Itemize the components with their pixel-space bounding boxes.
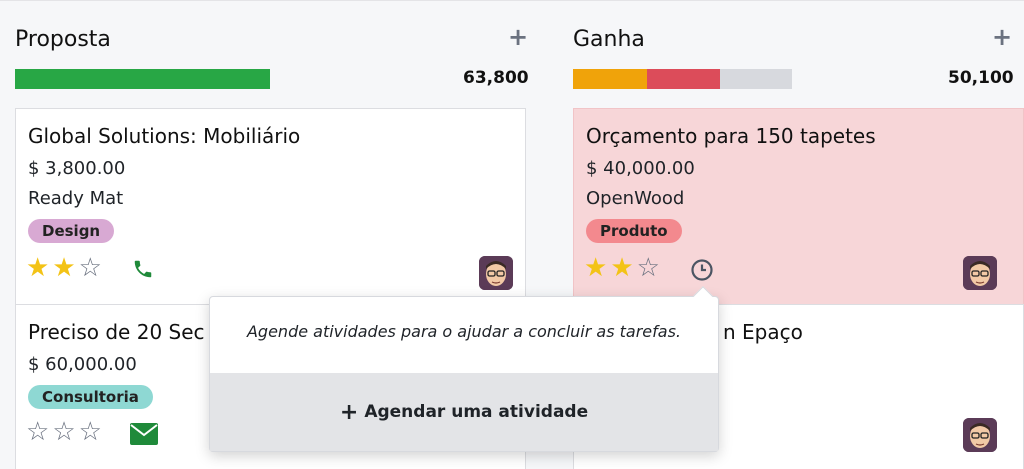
column-progress-bar[interactable] (573, 69, 792, 89)
column-total: 50,100 (948, 68, 1014, 88)
star-empty-icon[interactable]: ☆ (637, 255, 660, 281)
star-empty-icon[interactable]: ☆ (79, 255, 102, 281)
card-title: Global Solutions: Mobiliário (28, 124, 301, 148)
column-title[interactable]: Ganha (573, 27, 645, 52)
add-card-icon[interactable]: + (992, 25, 1012, 49)
star-filled-icon[interactable]: ★ (610, 255, 633, 281)
progress-segment-overdue[interactable] (647, 69, 720, 89)
star-empty-icon[interactable]: ☆ (79, 419, 102, 445)
card-partner: Ready Mat (28, 188, 124, 209)
priority-stars: ★ ★ ☆ (26, 255, 102, 281)
clock-icon[interactable] (690, 258, 714, 286)
opportunity-card[interactable]: Global Solutions: Mobiliário $ 3,800.00 … (15, 108, 526, 306)
priority-stars: ☆ ☆ ☆ (26, 419, 102, 445)
card-amount: $ 60,000.00 (28, 354, 137, 375)
plus-icon: + (339, 399, 359, 425)
priority-stars: ★ ★ ☆ (584, 255, 660, 281)
schedule-activity-button[interactable]: + Agendar uma atividade (210, 373, 718, 451)
card-amount: $ 3,800.00 (28, 158, 126, 179)
star-filled-icon[interactable]: ★ (584, 255, 607, 281)
add-card-icon[interactable]: + (508, 25, 528, 49)
card-tag: Design (28, 219, 115, 243)
column-title[interactable]: Proposta (15, 27, 111, 52)
card-partner: OpenWood (586, 188, 685, 209)
column-total: 63,800 (463, 68, 529, 88)
star-filled-icon[interactable]: ★ (52, 255, 75, 281)
phone-icon[interactable] (132, 258, 154, 284)
card-title: Preciso de 20 Sec (28, 320, 205, 344)
card-tag: Consultoria (28, 385, 153, 409)
kanban-board: Proposta + 63,800 Global Solutions: Mobi… (0, 0, 1024, 469)
star-empty-icon[interactable]: ☆ (26, 419, 49, 445)
progress-segment-won[interactable] (15, 69, 270, 89)
activity-popover: Agende atividades para o ajudar a conclu… (209, 286, 719, 452)
column-progress-bar[interactable] (15, 69, 270, 89)
popover-message: Agende atividades para o ajudar a conclu… (246, 322, 681, 341)
card-title: n Epaço (723, 320, 803, 344)
card-tag: Produto (586, 219, 682, 243)
avatar[interactable] (963, 418, 997, 452)
card-title: Orçamento para 150 tapetes (586, 124, 876, 148)
schedule-activity-label: Agendar uma atividade (364, 402, 589, 422)
opportunity-card[interactable]: Orçamento para 150 tapetes $ 40,000.00 O… (573, 108, 1024, 306)
star-filled-icon[interactable]: ★ (26, 255, 49, 281)
progress-segment-planned[interactable] (573, 69, 648, 89)
card-amount: $ 40,000.00 (586, 158, 695, 179)
avatar[interactable] (479, 256, 513, 290)
avatar[interactable] (963, 256, 997, 290)
star-empty-icon[interactable]: ☆ (52, 419, 75, 445)
envelope-icon[interactable] (130, 423, 158, 449)
